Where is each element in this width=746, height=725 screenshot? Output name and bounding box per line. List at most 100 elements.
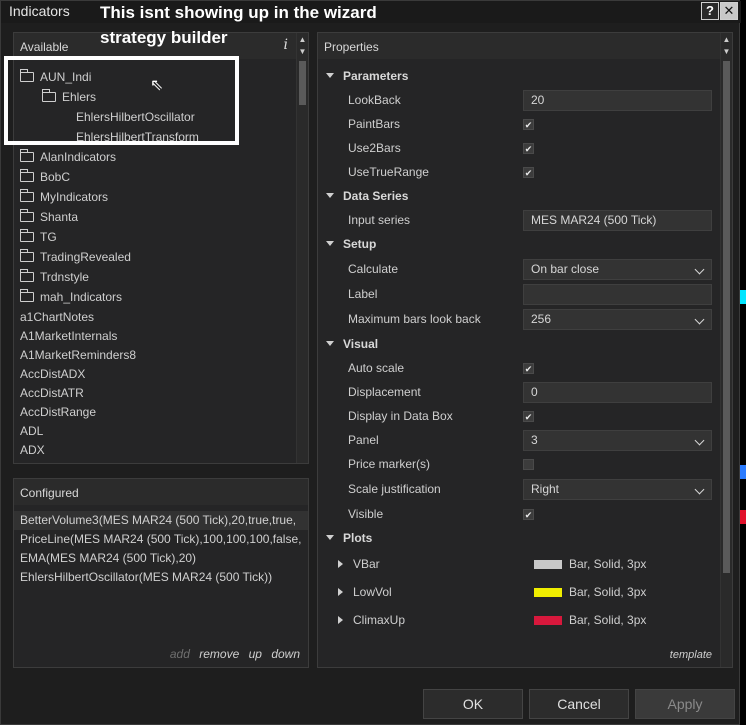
- panel-select[interactable]: 3: [523, 430, 712, 451]
- lookback-label: LookBack: [348, 93, 401, 107]
- usetruerange-label: UseTrueRange: [348, 165, 429, 179]
- calculate-label: Calculate: [348, 262, 399, 276]
- databox-checkbox[interactable]: ✔: [523, 411, 534, 422]
- tree-item[interactable]: ADXR: [20, 459, 53, 463]
- visible-label: Visible: [348, 507, 384, 521]
- visible-checkbox[interactable]: ✔: [523, 509, 534, 520]
- collapse-caret-icon[interactable]: [326, 193, 334, 198]
- tree-label: AccDistATR: [20, 386, 84, 400]
- section-title: Plots: [343, 531, 373, 545]
- collapse-caret-icon[interactable]: [326, 73, 334, 78]
- configured-item[interactable]: EhlersHilbertOscillator(MES MAR24 (500 T…: [14, 568, 308, 587]
- background-sliver: [740, 465, 746, 479]
- tree-item[interactable]: ADL: [20, 421, 43, 441]
- plot-color-swatch[interactable]: [534, 616, 562, 625]
- tree-folder[interactable]: TG: [20, 227, 57, 247]
- folder-icon: [20, 189, 34, 202]
- section-title: Visual: [343, 337, 379, 351]
- properties-header: Properties: [318, 33, 732, 59]
- usetruerange-checkbox[interactable]: ✔: [523, 167, 534, 178]
- down-link[interactable]: down: [271, 647, 300, 661]
- template-link[interactable]: template: [670, 649, 712, 661]
- background-sliver: [740, 510, 746, 524]
- configured-item[interactable]: BetterVolume3(MES MAR24 (500 Tick),20,tr…: [14, 511, 308, 530]
- scalejust-select[interactable]: Right: [523, 479, 712, 500]
- paintbars-checkbox[interactable]: ✔: [523, 119, 534, 130]
- cancel-button[interactable]: Cancel: [529, 689, 629, 719]
- section-data-series[interactable]: Data Series: [326, 185, 408, 207]
- tree-label: MyIndicators: [40, 190, 109, 204]
- tree-folder[interactable]: mah_Indicators: [20, 287, 122, 307]
- tree-item[interactable]: A1MarketInternals: [20, 326, 117, 346]
- tree-label: a1ChartNotes: [20, 310, 95, 324]
- plot-row-vbar[interactable]: VBar: [338, 553, 380, 575]
- tree-item[interactable]: a1ChartNotes: [20, 307, 94, 327]
- displacement-label: Displacement: [348, 385, 421, 399]
- tree-folder[interactable]: AlanIndicators: [20, 147, 116, 167]
- help-button[interactable]: ?: [701, 2, 719, 20]
- tree-folder[interactable]: Trdnstyle: [20, 267, 89, 287]
- scroll-down-icon[interactable]: ▼: [721, 46, 732, 57]
- expand-caret-icon[interactable]: [338, 616, 343, 624]
- section-setup[interactable]: Setup: [326, 233, 376, 255]
- folder-icon: [20, 289, 34, 302]
- tree-folder[interactable]: Shanta: [20, 207, 78, 227]
- add-link[interactable]: add: [170, 647, 190, 661]
- maxbars-select[interactable]: 256: [523, 309, 712, 330]
- lookback-input[interactable]: 20: [523, 90, 712, 111]
- tree-item[interactable]: A1MarketReminders8: [20, 345, 136, 365]
- label-input[interactable]: [523, 284, 712, 305]
- apply-button[interactable]: Apply: [635, 689, 735, 719]
- databox-label: Display in Data Box: [348, 409, 453, 423]
- tree-item[interactable]: AccDistADX: [20, 364, 85, 384]
- tree-item[interactable]: AccDistATR: [20, 383, 84, 403]
- up-link[interactable]: up: [249, 647, 262, 661]
- expand-caret-icon[interactable]: [338, 588, 343, 596]
- plot-color-swatch[interactable]: [534, 560, 562, 569]
- tree-label: A1MarketReminders8: [20, 348, 137, 362]
- section-title: Parameters: [343, 69, 409, 83]
- configured-item[interactable]: PriceLine(MES MAR24 (500 Tick),100,100,1…: [14, 530, 308, 549]
- pricemarker-checkbox[interactable]: [523, 459, 534, 470]
- plot-row-lowvol[interactable]: LowVol: [338, 581, 392, 603]
- folder-icon: [20, 269, 34, 282]
- tree-folder[interactable]: TradingRevealed: [20, 247, 131, 267]
- scroll-thumb[interactable]: [299, 61, 306, 105]
- section-plots[interactable]: Plots: [326, 527, 372, 549]
- tree-folder[interactable]: BobC: [20, 167, 70, 187]
- configured-item[interactable]: EMA(MES MAR24 (500 Tick),20): [14, 549, 308, 568]
- scroll-up-icon[interactable]: ▲: [721, 34, 732, 45]
- tree-item[interactable]: AccDistRange: [20, 402, 96, 422]
- section-visual[interactable]: Visual: [326, 333, 378, 355]
- scalejust-label: Scale justification: [348, 482, 441, 496]
- configured-list: BetterVolume3(MES MAR24 (500 Tick),20,tr…: [14, 511, 308, 587]
- expand-caret-icon[interactable]: [338, 560, 343, 568]
- tree-folder[interactable]: MyIndicators: [20, 187, 108, 207]
- autoscale-checkbox[interactable]: ✔: [523, 363, 534, 374]
- folder-icon: [20, 169, 34, 182]
- use2bars-checkbox[interactable]: ✔: [523, 143, 534, 154]
- collapse-caret-icon[interactable]: [326, 241, 334, 246]
- properties-panel: Properties ▲ ▼ Parameters LookBack 20 Pa…: [317, 32, 733, 668]
- properties-header-scrollbar[interactable]: ▲ ▼: [720, 33, 732, 59]
- input-series-field[interactable]: MES MAR24 (500 Tick): [523, 210, 712, 231]
- plot-color-swatch[interactable]: [534, 588, 562, 597]
- panel-label: Panel: [348, 433, 379, 447]
- plot-row-climaxup[interactable]: ClimaxUp: [338, 609, 405, 631]
- plot-name: LowVol: [353, 585, 392, 599]
- section-parameters[interactable]: Parameters: [326, 65, 408, 87]
- collapse-caret-icon[interactable]: [326, 535, 334, 540]
- scroll-thumb[interactable]: [723, 61, 730, 573]
- configured-panel: Configured BetterVolume3(MES MAR24 (500 …: [13, 478, 309, 668]
- available-scrollbar[interactable]: [296, 59, 308, 463]
- tree-label: Shanta: [40, 210, 79, 224]
- remove-link[interactable]: remove: [199, 647, 239, 661]
- properties-scrollbar[interactable]: [720, 59, 732, 667]
- ok-button[interactable]: OK: [423, 689, 523, 719]
- displacement-input[interactable]: 0: [523, 382, 712, 403]
- close-button[interactable]: ✕: [720, 2, 738, 20]
- label-label: Label: [348, 287, 378, 301]
- collapse-caret-icon[interactable]: [326, 341, 334, 346]
- calculate-select[interactable]: On bar close: [523, 259, 712, 280]
- tree-item[interactable]: ADX: [20, 440, 45, 460]
